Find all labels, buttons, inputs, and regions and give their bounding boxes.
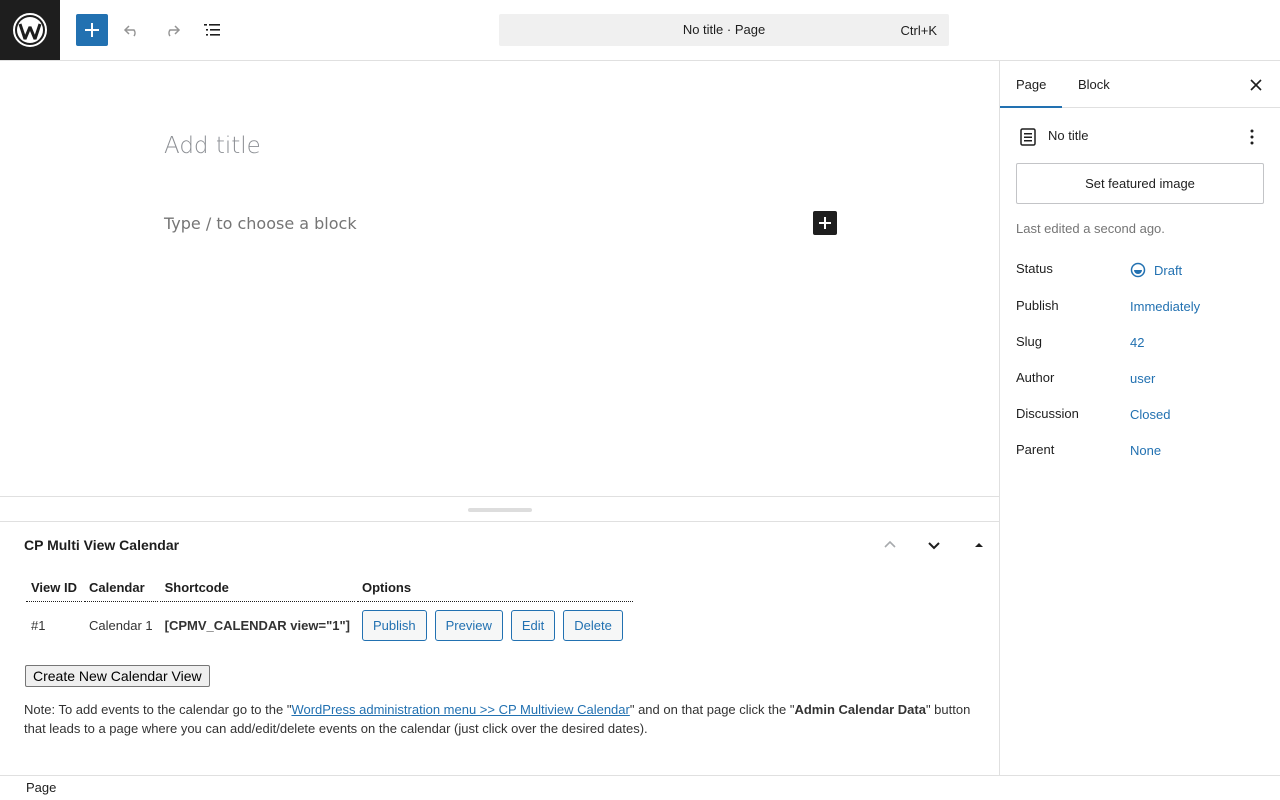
options-cell: Publish Preview Edit Delete <box>357 604 633 647</box>
toggle-panel-button[interactable] <box>968 534 990 556</box>
document-actions-button[interactable] <box>1240 125 1264 149</box>
command-palette-bar[interactable]: No title · Page Ctrl+K <box>499 14 949 46</box>
discussion-label: Discussion <box>1016 406 1079 421</box>
publish-date-toggle[interactable]: Immediately <box>1130 299 1200 314</box>
editor-footer: Page <box>0 775 1280 800</box>
meta-boxes-resize-bar <box>0 496 999 522</box>
close-icon <box>1250 79 1262 91</box>
shortcut-hint: Ctrl+K <box>900 23 937 38</box>
wordpress-logo-icon[interactable] <box>0 0 60 60</box>
column-header: View ID <box>26 575 83 602</box>
metabox-title: CP Multi View Calendar <box>24 537 180 553</box>
calendar-views-table: View ID Calendar Shortcode Options #1 Ca… <box>24 573 635 649</box>
publish-row: Publish Immediately <box>1016 296 1264 316</box>
more-vertical-icon <box>1250 129 1254 145</box>
add-block-button[interactable] <box>76 14 108 46</box>
move-up-button[interactable] <box>879 534 901 556</box>
chevron-up-icon <box>884 540 896 548</box>
undo-icon <box>123 25 136 37</box>
plus-icon <box>819 217 831 229</box>
draft-status-icon <box>1130 262 1146 278</box>
inline-add-block-button[interactable] <box>813 211 837 235</box>
post-title-input[interactable]: Add title <box>164 133 261 159</box>
discussion-toggle[interactable]: Closed <box>1130 407 1170 422</box>
instructions-note: Note: To add events to the calendar go t… <box>24 700 984 738</box>
status-row: Status Draft <box>1016 259 1264 279</box>
status-value: Draft <box>1154 262 1183 278</box>
resize-handle[interactable] <box>468 508 532 512</box>
sidebar-tabs: Page Block <box>1000 61 1280 108</box>
status-toggle[interactable]: Draft <box>1130 262 1182 278</box>
note-text: " and on that page click the " <box>629 702 795 717</box>
table-header-row: View ID Calendar Shortcode Options <box>26 575 633 602</box>
column-header: Calendar <box>84 575 158 602</box>
discussion-row: Discussion Closed <box>1016 404 1264 424</box>
publish-label: Publish <box>1016 298 1059 313</box>
last-edited-text: Last edited a second ago. <box>1016 221 1165 236</box>
create-calendar-view-button[interactable]: Create New Calendar View <box>25 665 210 687</box>
parent-row: Parent None <box>1016 440 1264 460</box>
tab-page[interactable]: Page <box>1000 61 1063 108</box>
redo-button[interactable] <box>156 14 188 46</box>
slug-toggle[interactable]: 42 <box>1130 335 1144 350</box>
redo-icon <box>168 25 181 37</box>
parent-toggle[interactable]: None <box>1130 443 1161 458</box>
breadcrumb[interactable]: Page <box>26 780 56 795</box>
author-row: Author user <box>1016 368 1264 388</box>
chevron-down-icon <box>928 542 940 550</box>
tab-block[interactable]: Block <box>1062 61 1126 108</box>
publish-button[interactable]: Publish <box>361 610 427 641</box>
delete-button[interactable]: Delete <box>563 610 623 641</box>
block-placeholder[interactable]: Type / to choose a block <box>164 214 357 233</box>
admin-menu-link[interactable]: WordPress administration menu >> CP Mult… <box>291 702 629 717</box>
undo-button[interactable] <box>116 14 148 46</box>
editor-canvas: Add title Type / to choose a block <box>0 61 999 496</box>
settings-sidebar: Page Block No title Set featured image L… <box>999 61 1280 775</box>
author-label: Author <box>1016 370 1055 385</box>
editor-header: No title · Page Ctrl+K <box>0 0 1280 61</box>
plus-icon <box>85 23 99 37</box>
slug-row: Slug 42 <box>1016 332 1264 352</box>
document-overview-icon <box>204 24 220 36</box>
table-row: #1 Calendar 1 [CPMV_CALENDAR view="1"] P… <box>26 604 633 647</box>
set-featured-image-button[interactable]: Set featured image <box>1016 163 1264 204</box>
preview-button[interactable]: Preview <box>434 610 503 641</box>
triangle-up-icon <box>975 543 983 547</box>
document-title: No title <box>1048 128 1089 143</box>
move-down-button[interactable] <box>923 534 945 556</box>
cp-calendar-metabox: CP Multi View Calendar View ID Calendar … <box>0 522 999 775</box>
document-card: No title <box>1016 125 1264 149</box>
close-sidebar-button[interactable] <box>1244 73 1268 97</box>
document-title-label: No title · Page <box>682 22 766 37</box>
parent-label: Parent <box>1016 442 1055 457</box>
column-header: Options <box>356 575 633 602</box>
shortcode-cell: [CPMV_CALENDAR view="1"] <box>164 618 350 633</box>
calendar-name-cell: Calendar 1 <box>89 618 153 633</box>
author-toggle[interactable]: user <box>1130 371 1155 386</box>
status-label: Status <box>1016 261 1053 276</box>
note-text: Note: To add events to the calendar go t… <box>24 702 292 717</box>
slug-label: Slug <box>1016 334 1043 349</box>
document-overview-button[interactable] <box>196 14 228 46</box>
page-icon <box>1020 128 1036 146</box>
view-id-cell: #1 <box>31 618 46 633</box>
note-emphasis: Admin Calendar Data <box>794 702 926 717</box>
edit-button[interactable]: Edit <box>510 610 556 641</box>
column-header: Shortcode <box>159 575 355 602</box>
